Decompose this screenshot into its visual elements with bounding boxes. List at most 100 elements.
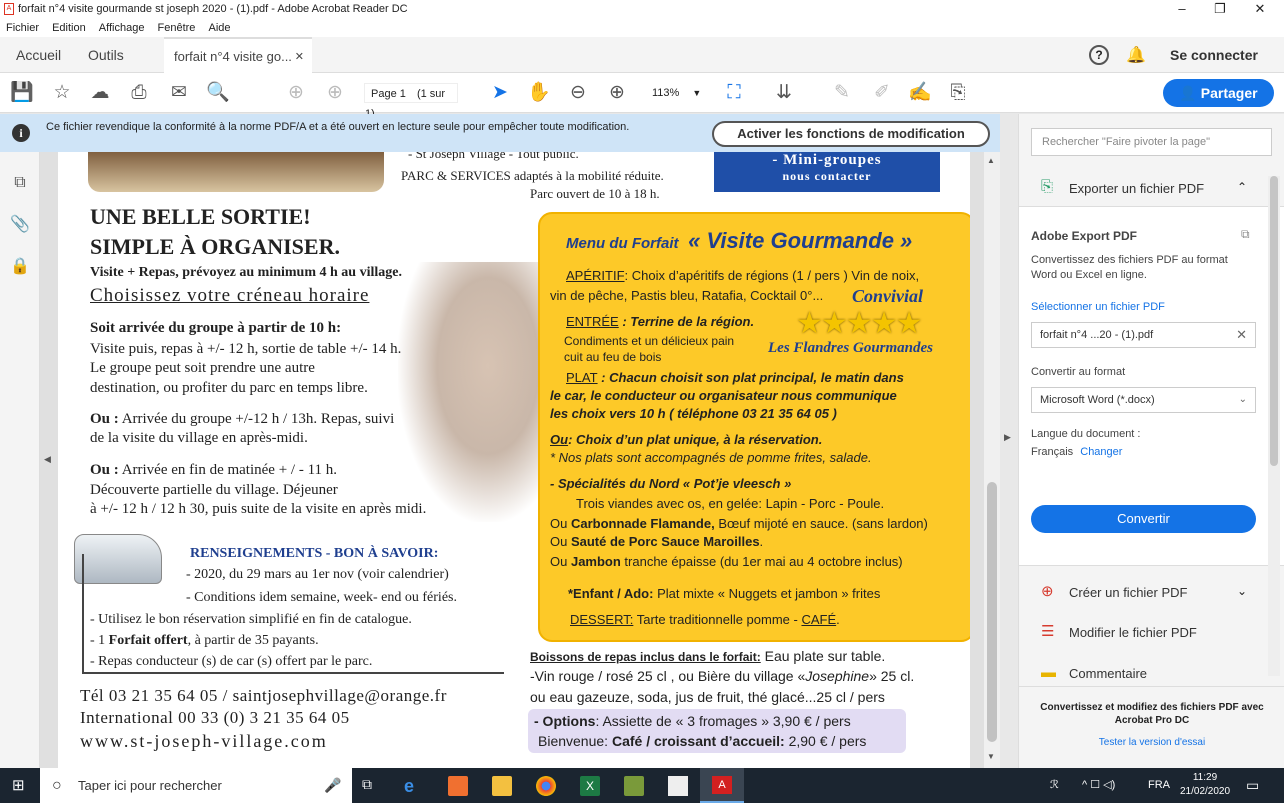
specialites-line: - Spécialités du Nord « Pot’je vleesch »	[550, 476, 792, 491]
clock[interactable]: 11:29 21/02/2020	[1180, 771, 1230, 799]
language-label: Langue du document :	[1031, 428, 1141, 440]
language-change-link[interactable]: Changer	[1080, 446, 1122, 458]
maximize-button[interactable]: ❐	[1202, 0, 1238, 20]
format-value: Microsoft Word (*.docx)	[1040, 394, 1155, 406]
scroll-down-icon[interactable]: ▼	[987, 752, 995, 761]
format-select[interactable]: Microsoft Word (*.docx) ⌄	[1031, 387, 1256, 413]
input-language[interactable]: FRA	[1148, 779, 1170, 791]
menu-affichage[interactable]: Affichage	[99, 22, 145, 34]
minimize-button[interactable]: –	[1164, 0, 1200, 20]
tab-accueil[interactable]: Accueil	[16, 37, 61, 73]
p1-line3: Le groupe peut soit prendre une autre	[90, 360, 315, 376]
tools-search-input[interactable]: Rechercher "Faire pivoter la page"	[1031, 128, 1272, 156]
excel-icon[interactable]: X	[580, 776, 600, 796]
save-icon[interactable]: 💾	[10, 81, 34, 105]
notifications-icon[interactable]: ▭	[1246, 777, 1259, 794]
zoom-select[interactable]: 113% ▼	[646, 83, 704, 103]
pages-icon[interactable]: ⧉	[10, 174, 30, 194]
title-bar: A forfait n°4 visite gourmande st joseph…	[0, 0, 1284, 20]
close-tab-icon[interactable]: ✕	[295, 39, 304, 75]
document-scroll-thumb[interactable]	[987, 482, 997, 742]
upload-icon[interactable]: ☁	[88, 81, 112, 105]
menu-fichier[interactable]: Fichier	[6, 22, 39, 34]
sign-in-button[interactable]: Se connecter	[1170, 37, 1258, 73]
prev-page-icon[interactable]: ⊕	[284, 81, 308, 105]
share-button[interactable]: 👤 Partager	[1163, 79, 1274, 107]
badge-line2: nous contacter	[782, 169, 872, 183]
comment-item[interactable]: Commentaire	[1069, 666, 1147, 681]
chevron-down-icon[interactable]: ⌄	[1237, 584, 1247, 598]
enable-editing-button[interactable]: Activer les fonctions de modification	[712, 121, 990, 147]
people-icon[interactable]: ℛ	[1050, 778, 1059, 791]
search-icon[interactable]: 🔍	[206, 81, 230, 105]
export-pdf-icon: ⎘	[1041, 178, 1054, 195]
create-pdf-item[interactable]: Créer un fichier PDF	[1069, 585, 1187, 600]
chrome-icon[interactable]	[536, 776, 556, 796]
microphone-icon[interactable]: 🎤	[324, 768, 341, 803]
export-section-title[interactable]: Exporter un fichier PDF	[1069, 181, 1204, 196]
taskbar-search[interactable]: ○ Taper ici pour rechercher 🎤	[40, 768, 352, 803]
rating-stars: ★★★★★	[796, 307, 922, 340]
sign-icon[interactable]: ✍	[908, 81, 932, 105]
photos-icon[interactable]	[624, 776, 644, 796]
edge-icon[interactable]: e	[404, 776, 424, 796]
cursor-icon[interactable]: ➤	[488, 81, 512, 105]
attachment-icon[interactable]: 📎	[10, 214, 30, 234]
chevron-up-icon[interactable]: ⌃	[1237, 180, 1247, 194]
scroll-up-icon[interactable]: ▲	[987, 156, 995, 165]
aperitif-line2: vin de pêche, Pastis bleu, Ratafia, Cock…	[550, 288, 824, 303]
close-window-button[interactable]: ✕	[1242, 0, 1278, 20]
select-file-link[interactable]: Sélectionner un fichier PDF	[1031, 301, 1165, 313]
acrobat-taskbar-item[interactable]: A	[700, 768, 744, 803]
ou-line1: Ou: Choix d’un plat unique, à la réserva…	[550, 432, 823, 447]
scroll-mode-icon[interactable]: ⇊	[772, 81, 796, 105]
task-view-icon[interactable]: ⧉	[362, 776, 382, 796]
comment-icon[interactable]: ✎	[830, 81, 854, 105]
fit-page-icon[interactable]: ⛶	[722, 81, 746, 105]
zoom-in-icon[interactable]: ⊕	[605, 81, 629, 105]
hand-icon[interactable]: ✋	[527, 81, 551, 105]
print-icon[interactable]: ⎙	[127, 81, 151, 105]
menu-fenetre[interactable]: Fenêtre	[158, 22, 196, 34]
file-explorer-icon[interactable]	[492, 776, 512, 796]
page-indicator[interactable]: Page 1 (1 sur 1)	[364, 83, 458, 120]
clear-file-icon[interactable]: ✕	[1236, 323, 1247, 347]
highlight-icon[interactable]: ✐	[870, 81, 894, 105]
trial-link[interactable]: Tester la version d'essai	[1033, 737, 1271, 748]
document-app-icon[interactable]	[668, 776, 688, 796]
share-user-icon: 👤	[1179, 85, 1197, 101]
menu-aide[interactable]: Aide	[209, 22, 231, 34]
toolbar: 💾 ☆ ☁ ⎙ ✉ 🔍 ⊕ ⊕ Page 1 (1 sur 1) ➤ ✋ ⊖ ⊕…	[0, 73, 1284, 120]
help-icon[interactable]: ?	[1089, 45, 1109, 65]
star-icon[interactable]: ☆	[50, 81, 74, 105]
mail-icon[interactable]: ✉	[167, 81, 191, 105]
collapse-left-icon[interactable]: ◀	[44, 454, 51, 465]
menu-edition[interactable]: Edition	[52, 22, 86, 34]
convert-button[interactable]: Convertir	[1031, 505, 1256, 533]
panel-scroll-thumb[interactable]	[1270, 176, 1278, 466]
tray-icons[interactable]: ^ ☐ ◁)	[1082, 778, 1115, 791]
selected-file-field[interactable]: forfait n°4 ...20 - (1).pdf ✕	[1031, 322, 1256, 348]
expand-panel-icon[interactable]: ▶	[1004, 432, 1011, 443]
next-page-icon[interactable]: ⊕	[323, 81, 347, 105]
bell-icon[interactable]: 🔔	[1126, 45, 1146, 65]
tab-document[interactable]: forfait n°4 visite go... ✕	[164, 37, 312, 73]
chevron-down-icon: ⌄	[1238, 394, 1247, 405]
edit-pdf-item[interactable]: Modifier le fichier PDF	[1069, 625, 1197, 640]
windows-start-icon[interactable]: ⊞	[12, 777, 30, 795]
aperitif-line1: APÉRITIF: Choix d’apéritifs de régions (…	[566, 268, 920, 283]
media-app-icon[interactable]	[448, 776, 468, 796]
menu-title: Menu du Forfait « Visite Gourmande »	[566, 228, 913, 253]
panel-scrollbar[interactable]	[1268, 176, 1280, 676]
document-viewer[interactable]: ◀ - St Joseph Village - Tout public. PAR…	[40, 152, 1000, 768]
pdf-page: - St Joseph Village - Tout public. PARC …	[58, 152, 970, 768]
copy-icon[interactable]: ⧉	[1241, 227, 1250, 242]
boissons-line2: -Vin rouge / rosé 25 cl , ou Bière du vi…	[530, 668, 915, 684]
lock-icon[interactable]: 🔒	[10, 256, 30, 276]
zoom-out-icon[interactable]: ⊖	[566, 81, 590, 105]
tab-outils[interactable]: Outils	[88, 37, 124, 73]
document-scrollbar[interactable]: ▲ ▼	[984, 152, 1000, 768]
info-message: Ce fichier revendique la conformité à la…	[46, 121, 630, 133]
fill-icon[interactable]: ⎘	[946, 81, 970, 105]
language-row: Français Changer	[1031, 446, 1122, 458]
